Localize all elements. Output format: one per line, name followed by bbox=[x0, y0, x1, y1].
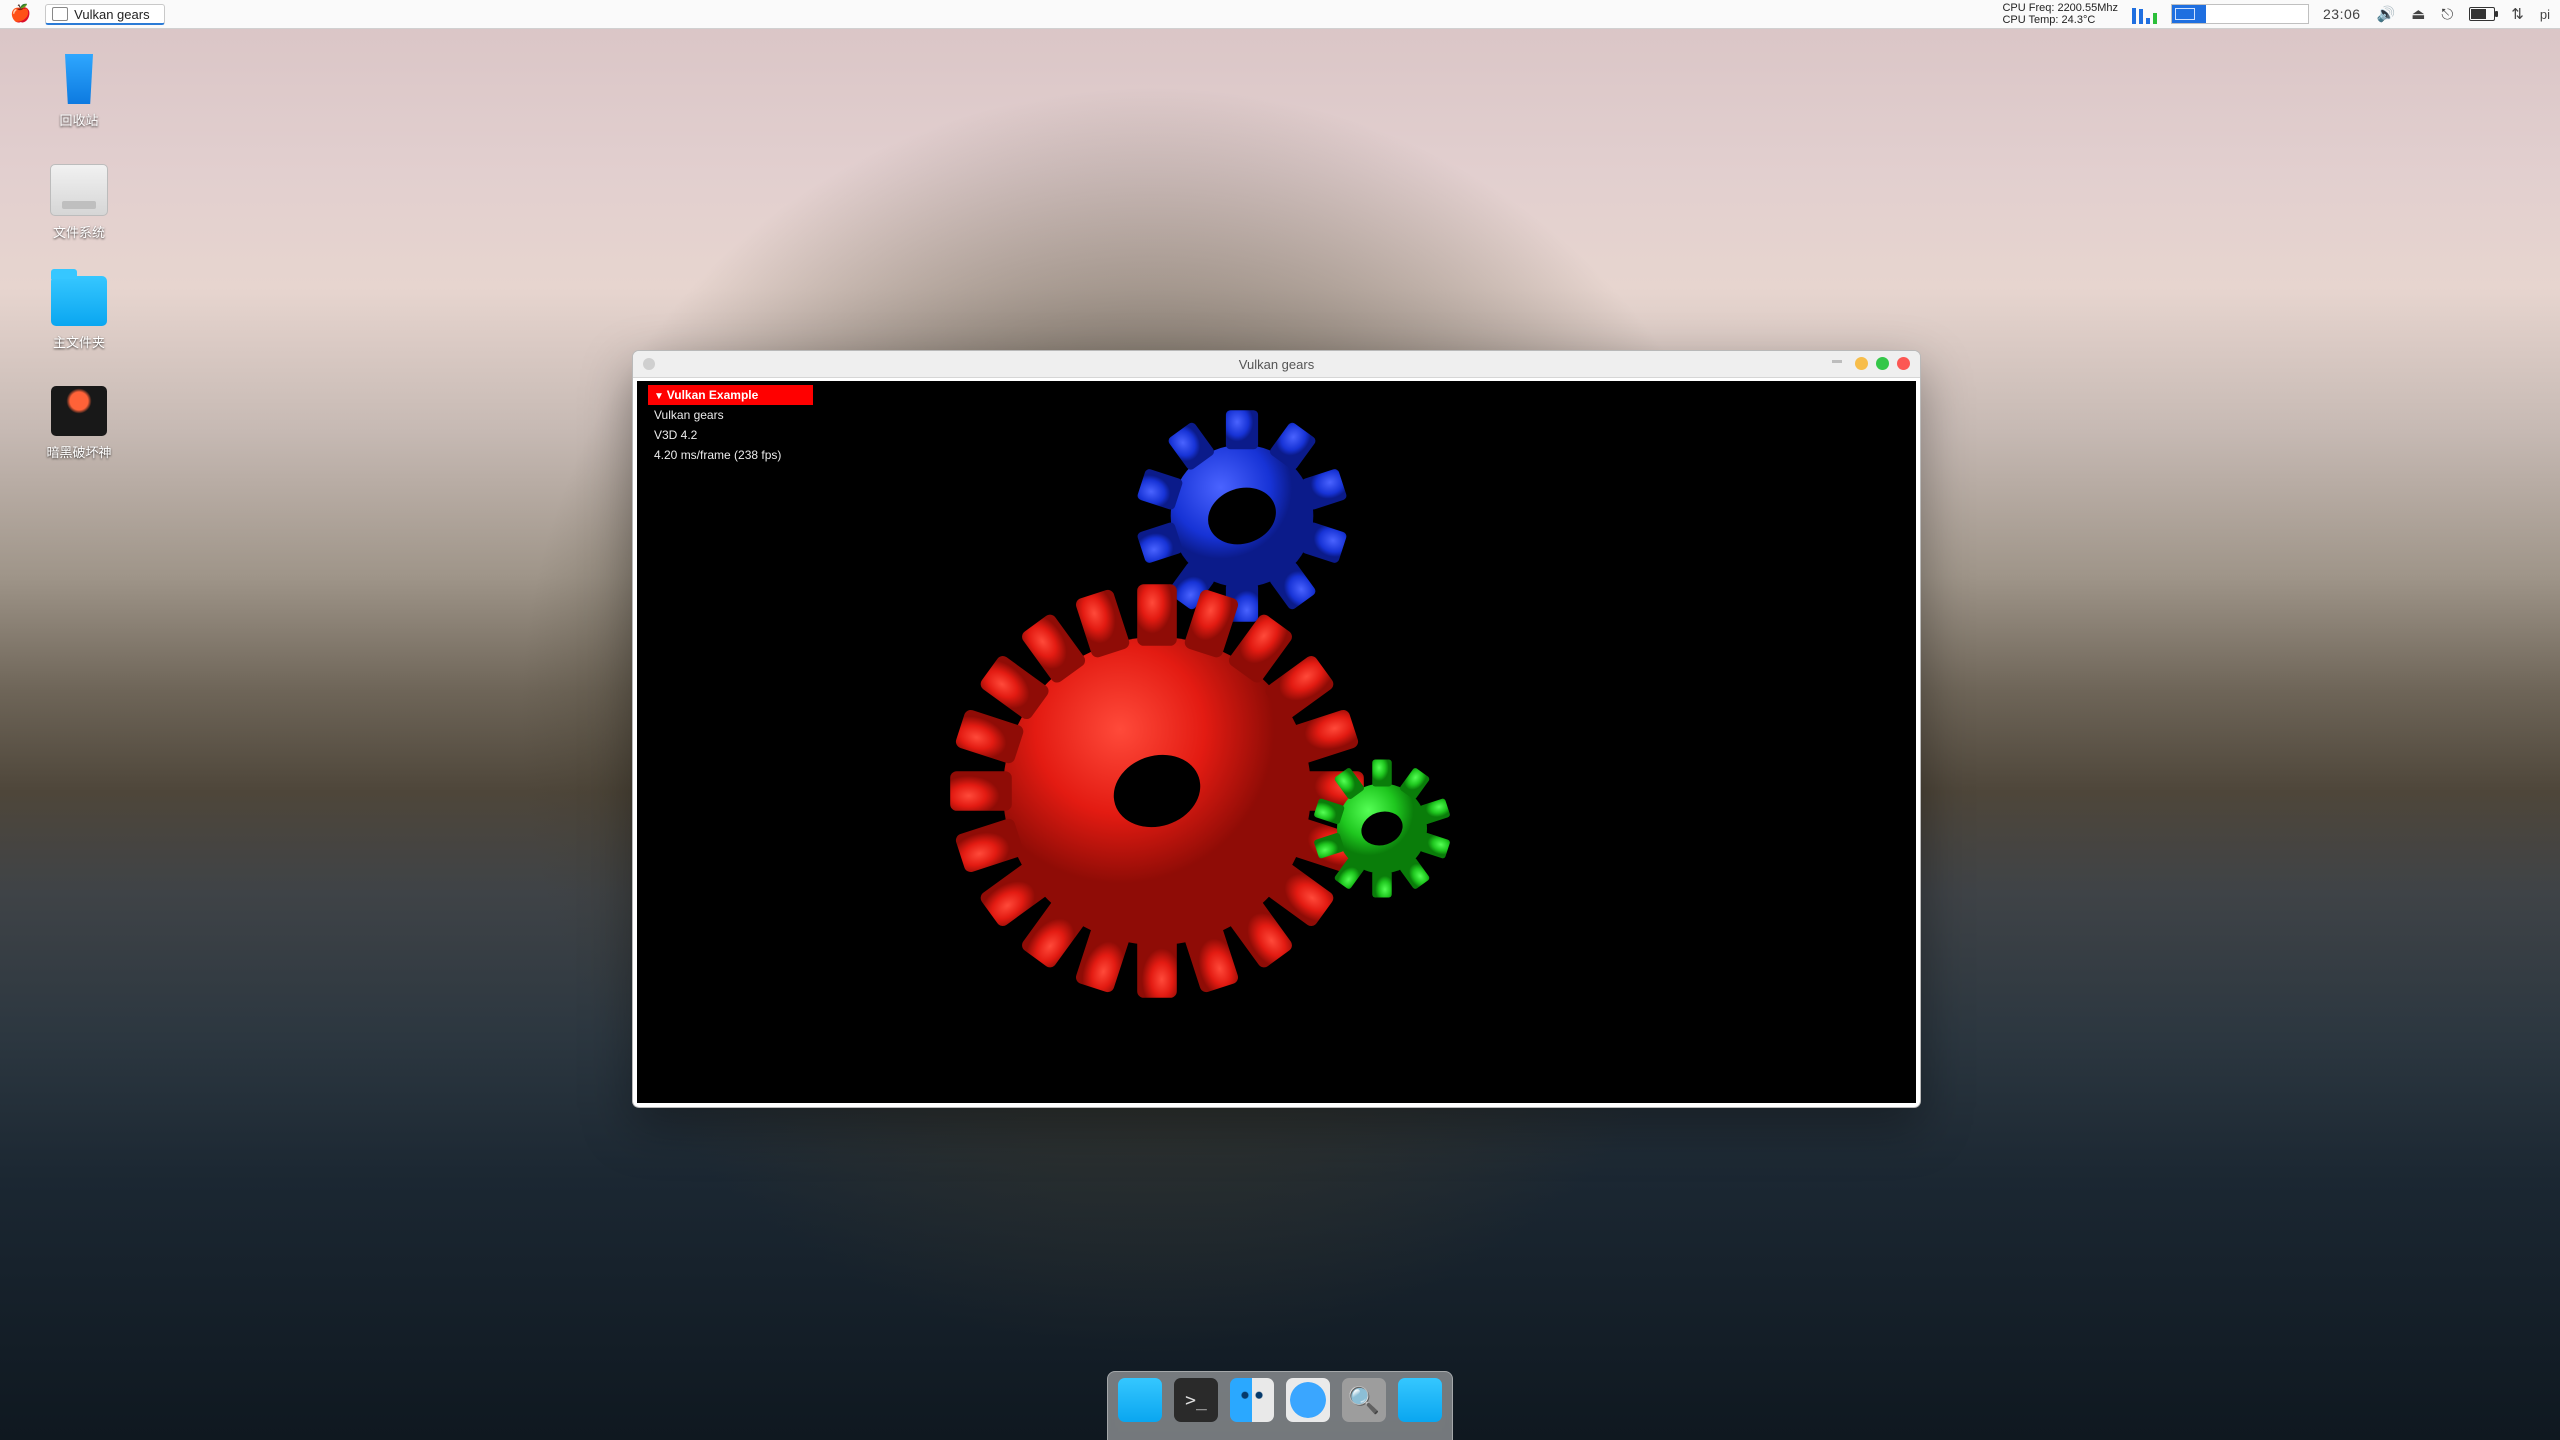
folder-icon bbox=[51, 276, 107, 326]
desktop-icon-label: 暗黑破坏神 bbox=[24, 442, 134, 461]
taskbar-app-button[interactable]: Vulkan gears bbox=[45, 4, 164, 25]
trash-icon bbox=[59, 54, 99, 104]
desktop-icon-app[interactable]: 暗黑破坏神 bbox=[24, 386, 134, 461]
workspace-4[interactable] bbox=[2274, 5, 2308, 23]
menubar: 🍎 Vulkan gears CPU Freq: 2200.55Mhz CPU … bbox=[0, 0, 2560, 29]
dock-item-search[interactable]: 🔍 bbox=[1342, 1378, 1386, 1422]
system-tray: 23:06 🔊 ⏏ ⎋ ⇅ pi bbox=[2323, 5, 2550, 23]
workspace-3[interactable] bbox=[2240, 5, 2274, 23]
cpu-status: CPU Freq: 2200.55Mhz CPU Temp: 24.3°C bbox=[2002, 2, 2118, 26]
cpu-bars-icon bbox=[2132, 4, 2157, 24]
desktop-icon-label: 回收站 bbox=[24, 110, 134, 129]
app-window[interactable]: Vulkan gears bbox=[632, 350, 1921, 1108]
desktop-icon-home[interactable]: 主文件夹 bbox=[24, 276, 134, 351]
window-title: Vulkan gears bbox=[633, 357, 1920, 372]
stats-overlay: Vulkan Example Vulkan gears V3D 4.2 4.20… bbox=[648, 385, 813, 465]
desktop-icon-label: 文件系统 bbox=[24, 222, 134, 241]
dock-item-terminal[interactable]: >_ bbox=[1174, 1378, 1218, 1422]
dock-item-safari[interactable] bbox=[1286, 1378, 1330, 1422]
desktop-icon-trash[interactable]: 回收站 bbox=[24, 54, 134, 129]
cpu-temp-label: CPU Temp: 24.3°C bbox=[2002, 14, 2118, 26]
clock[interactable]: 23:06 bbox=[2323, 6, 2361, 22]
battery-icon[interactable] bbox=[2469, 7, 2495, 21]
compass-needle-icon bbox=[1298, 1387, 1318, 1414]
window-titlebar[interactable]: Vulkan gears bbox=[633, 351, 1920, 378]
desktop-icon-filesystem[interactable]: 文件系统 bbox=[24, 164, 134, 241]
stats-overlay-line: Vulkan gears bbox=[648, 405, 813, 425]
dock-item-finder[interactable] bbox=[1230, 1378, 1274, 1422]
workspace-1[interactable] bbox=[2172, 5, 2206, 23]
user-label[interactable]: pi bbox=[2540, 7, 2550, 22]
window-controls bbox=[1855, 357, 1910, 370]
stats-overlay-header[interactable]: Vulkan Example bbox=[648, 385, 813, 405]
cpu-freq-label: CPU Freq: 2200.55Mhz bbox=[2002, 2, 2118, 14]
render-canvas: Vulkan Example Vulkan gears V3D 4.2 4.20… bbox=[637, 381, 1916, 1103]
workspace-2[interactable] bbox=[2206, 5, 2240, 23]
window-icon bbox=[52, 7, 68, 21]
bluetooth-icon[interactable]: ⎋ bbox=[2441, 6, 2453, 23]
minimize-button[interactable] bbox=[1855, 357, 1868, 370]
gear-green bbox=[1307, 751, 1457, 906]
stats-overlay-line: V3D 4.2 bbox=[648, 425, 813, 445]
taskbar-app-title: Vulkan gears bbox=[74, 7, 149, 22]
close-button[interactable] bbox=[1897, 357, 1910, 370]
stats-overlay-line: 4.20 ms/frame (238 fps) bbox=[648, 445, 813, 465]
dock-item-files[interactable] bbox=[1118, 1378, 1162, 1422]
apple-menu-icon[interactable]: 🍎 bbox=[10, 4, 31, 24]
maximize-button[interactable] bbox=[1876, 357, 1889, 370]
network-icon[interactable]: ⇅ bbox=[2511, 5, 2524, 23]
workspace-pager[interactable] bbox=[2171, 4, 2309, 24]
dock-item-files-2[interactable] bbox=[1398, 1378, 1442, 1422]
dock: >_ 🔍 bbox=[1107, 1371, 1453, 1440]
drive-icon bbox=[50, 164, 108, 216]
desktop-icon-label: 主文件夹 bbox=[24, 332, 134, 351]
desktop[interactable]: 🍎 Vulkan gears CPU Freq: 2200.55Mhz CPU … bbox=[0, 0, 2560, 1440]
window-minimize-hint-icon bbox=[1832, 360, 1842, 363]
eject-icon[interactable]: ⏏ bbox=[2411, 5, 2425, 23]
volume-icon[interactable]: 🔊 bbox=[2377, 5, 2396, 23]
game-icon bbox=[51, 386, 107, 436]
